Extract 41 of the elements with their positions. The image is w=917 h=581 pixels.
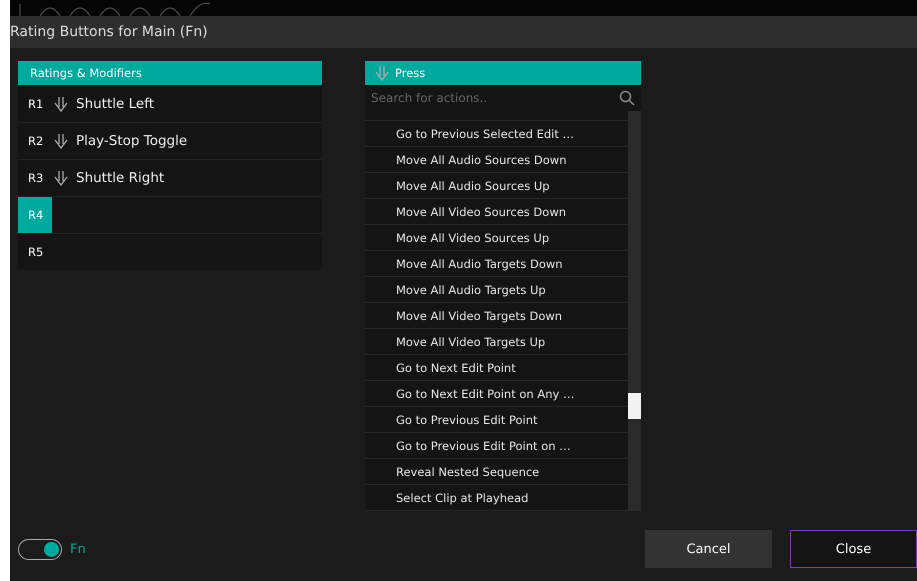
panel-header-text: Press — [395, 66, 426, 80]
action-item[interactable]: Reveal Nested Sequence — [365, 459, 628, 485]
down-arrow-icon — [52, 95, 70, 113]
action-item[interactable]: Move All Video Targets Down — [365, 303, 628, 329]
rating-key[interactable]: R5 — [18, 234, 52, 270]
toggle-label: Fn — [70, 542, 87, 556]
action-item[interactable]: Go to Next Edit Point — [365, 355, 628, 381]
action-item[interactable]: Go to Previous Selected Edit … — [365, 121, 628, 147]
action-item[interactable]: Go to Previous Edit Point on … — [365, 433, 628, 459]
action-item[interactable]: Select Clip at Playhead — [365, 485, 628, 511]
action-item[interactable]: Move All Video Sources Down — [365, 199, 628, 225]
action-item[interactable]: Move All Audio Targets Down — [365, 251, 628, 277]
action-item[interactable]: Go to Next Edit Point on Any … — [365, 381, 628, 407]
search-box[interactable]: Search for actions.. — [365, 85, 641, 111]
action-item[interactable]: Move All Video Targets Up — [365, 329, 628, 355]
action-label: Play-Stop Toggle — [76, 133, 188, 149]
rating-row[interactable]: R1 Shuttle Left — [18, 85, 322, 122]
action-item[interactable]: Move All Audio Sources Down — [365, 147, 628, 173]
cancel-button[interactable]: Cancel — [645, 530, 772, 568]
window-title: Rating Buttons for Main (Fn) — [10, 24, 208, 40]
panel-header-text: Ratings & Modifiers — [30, 66, 142, 80]
action-item[interactable]: Move All Audio Sources Up — [365, 173, 628, 199]
search-field[interactable]: Search for actions.. — [369, 90, 619, 106]
action-label: Shuttle Left — [76, 96, 154, 112]
rating-row[interactable]: R2 Play-Stop Toggle — [18, 122, 322, 159]
action-label: Shuttle Right — [76, 170, 164, 186]
action-item[interactable]: Move All Video Sources Up — [365, 225, 628, 251]
rating-row[interactable]: R3 Shuttle Right — [18, 159, 322, 196]
rating-key[interactable]: R1 — [18, 86, 52, 122]
down-arrow-icon — [373, 64, 391, 82]
rating-row[interactable]: R5 — [18, 233, 322, 270]
down-arrow-icon — [52, 132, 70, 150]
action-item[interactable]: Go to Previous Edit Point — [365, 407, 628, 433]
close-button[interactable]: Close — [790, 530, 917, 568]
down-arrow-icon — [52, 169, 70, 187]
action-item[interactable]: Move All Audio Targets Up — [365, 277, 628, 303]
search-icon — [619, 90, 635, 106]
rating-key[interactable]: R3 — [18, 160, 52, 196]
toggle-switch[interactable] — [18, 538, 62, 560]
scrollbar-thumb[interactable] — [628, 393, 641, 419]
rating-key[interactable]: R2 — [18, 123, 52, 159]
